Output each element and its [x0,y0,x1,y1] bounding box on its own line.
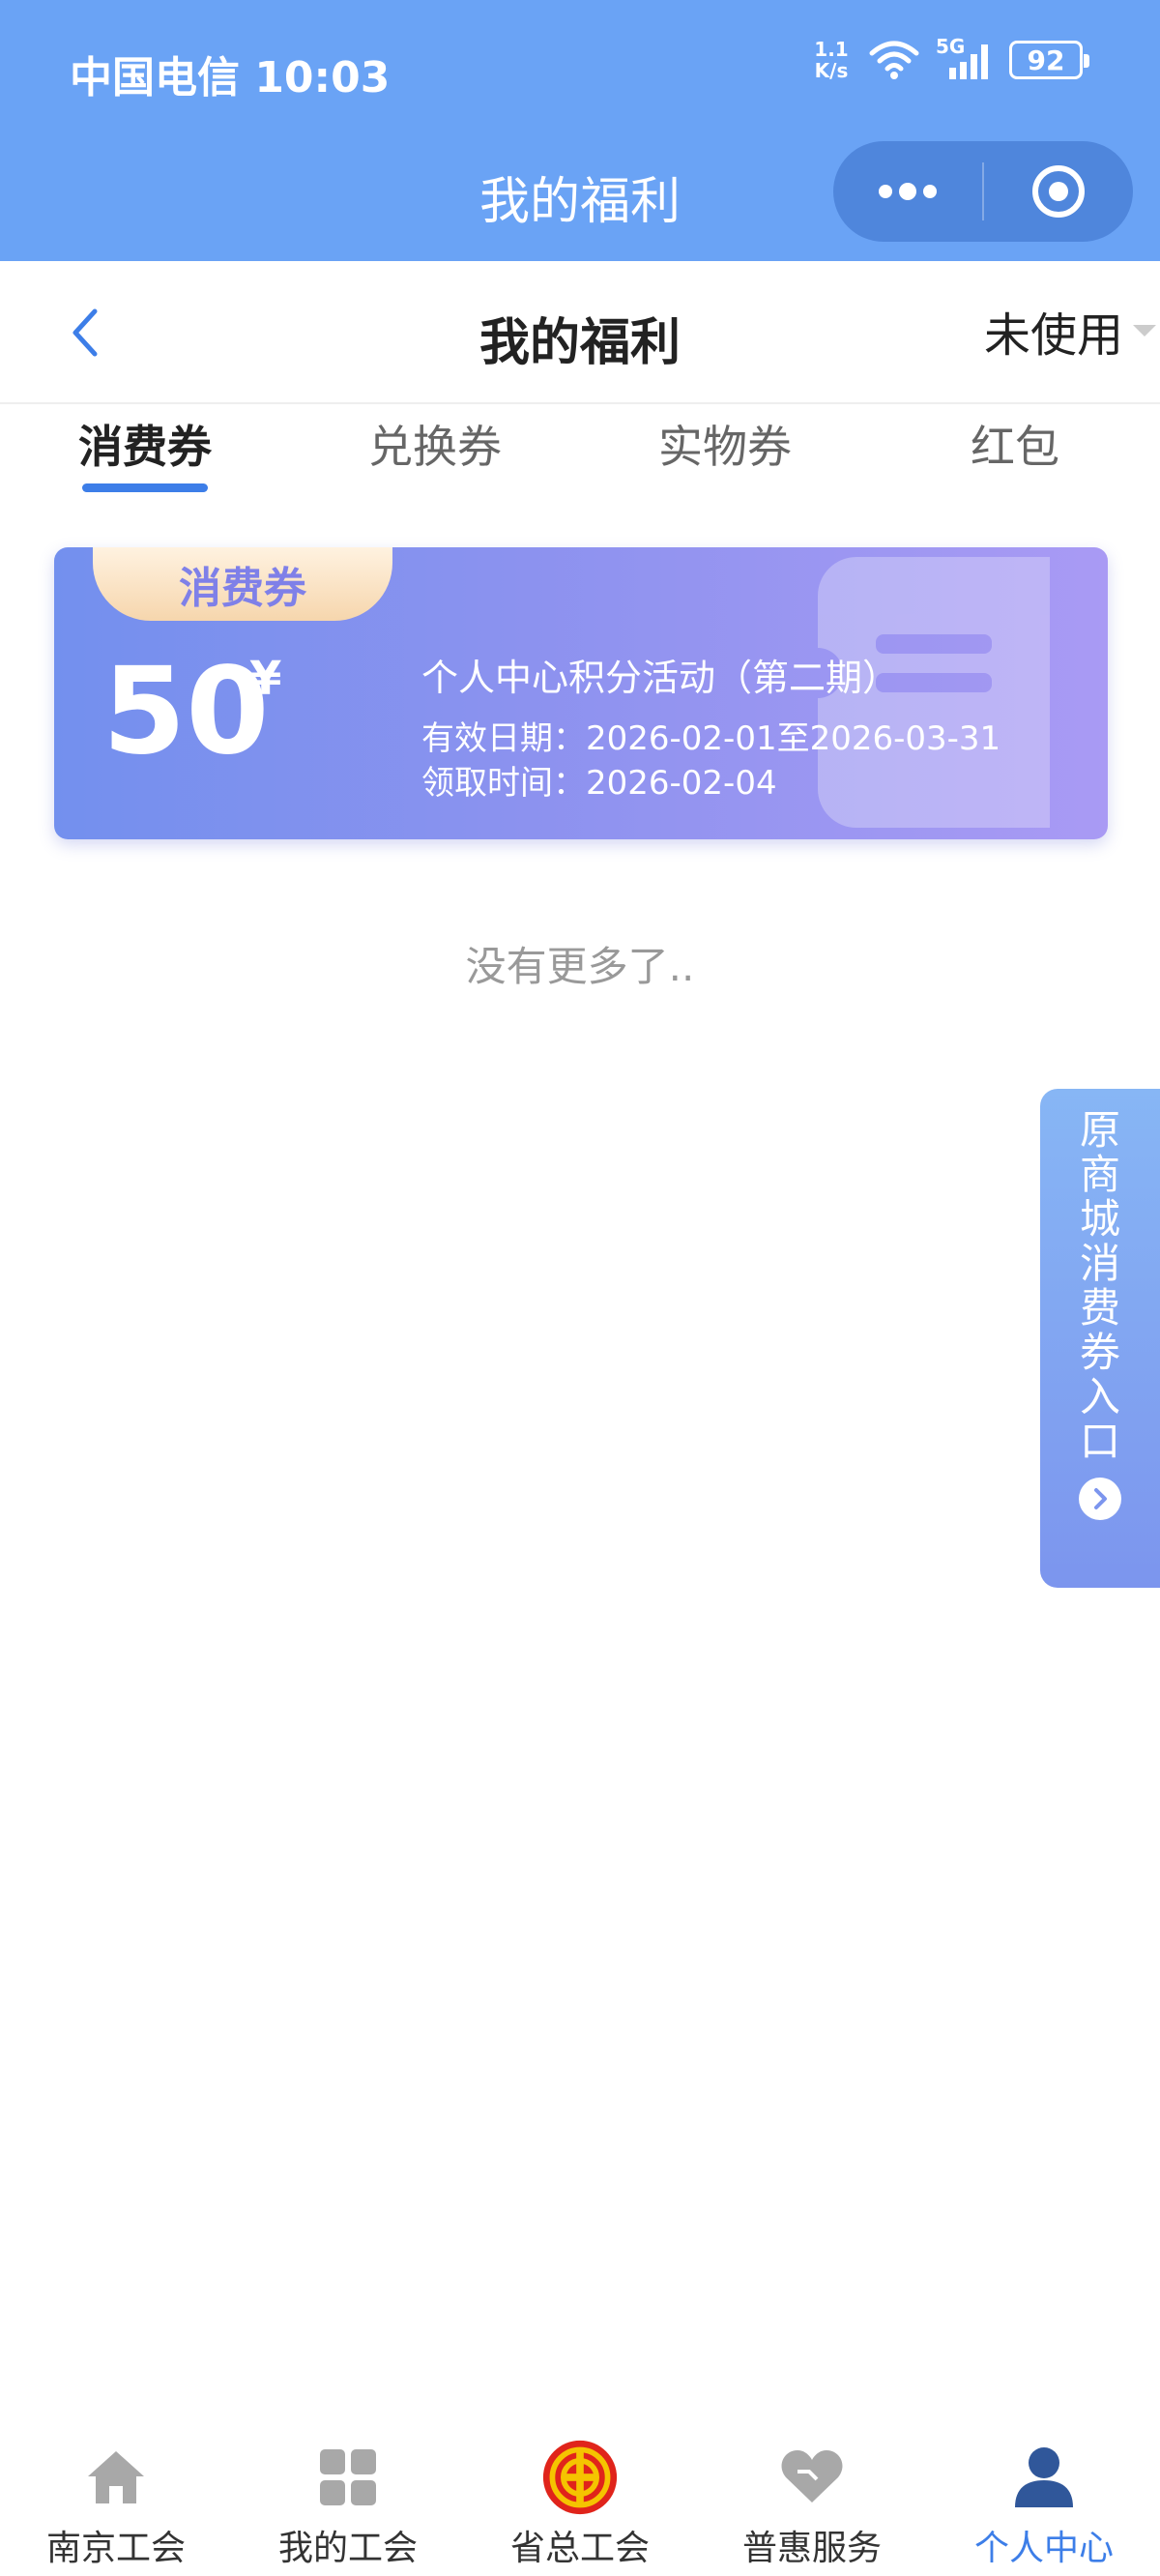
battery-indicator: 92 [1009,41,1089,79]
coupon-name: 个人中心积分活动（第二期） [421,657,900,699]
side-entry-label: 原商城消费券入口 [1079,1106,1120,1465]
tab-label: 红包 [971,421,1059,473]
status-filter-dropdown[interactable]: 未使用 [983,300,1160,363]
grid-icon [309,2439,387,2516]
close-mini-program-button[interactable] [984,141,1133,242]
tab-label: 实物券 [658,421,792,473]
tabbar-item-provincial-union[interactable]: 省总工会 [464,2421,696,2576]
status-icons: 1.1 K/s 5G 92 [810,35,1089,81]
tab-consumption-coupon[interactable]: 消费券 [39,404,251,512]
target-icon [1032,165,1085,218]
net-speed: 1.1 K/s [810,39,853,81]
tab-red-packet[interactable]: 红包 [909,404,1121,512]
tabbar-label: 南京工会 [45,2529,186,2568]
legacy-mall-coupon-entry[interactable]: 原商城消费券入口 [1040,1089,1160,1588]
tab-label: 兑换券 [368,421,502,473]
person-icon [1005,2439,1083,2516]
coupon-card[interactable]: 消费券 50 ¥ 个人中心积分活动（第二期） 有效日期：2026-02-01至2… [54,547,1108,839]
more-dots-icon [879,183,937,200]
union-emblem-icon [541,2439,619,2516]
coupon-tabs: 消费券 兑换券 实物券 红包 [0,404,1160,512]
bottom-tab-bar: 南京工会 我的工会 省总工会 普惠服务 个人中心 [0,2421,1160,2576]
coupon-valid-period: 有效日期：2026-02-01至2026-03-31 [421,719,1001,758]
chevron-right-circle-icon [1079,1478,1121,1520]
net-speed-unit: K/s [814,59,849,82]
signal-icon: 5G [936,35,994,81]
tabbar-label: 省总工会 [509,2529,650,2568]
tab-physical-coupon[interactable]: 实物券 [619,404,831,512]
tabbar-label: 我的工会 [277,2529,418,2568]
tab-active-indicator [82,483,208,492]
tabbar-label: 个人中心 [973,2529,1114,2568]
tabbar-item-nanjing-union[interactable]: 南京工会 [0,2421,232,2576]
more-button[interactable] [833,141,982,242]
heart-icon [773,2439,851,2516]
net-speed-value: 1.1 [814,38,849,61]
list-end-text: 没有更多了.. [465,943,695,990]
carrier-time: 中国电信 10:03 [70,53,391,102]
wifi-icon [869,41,919,79]
page-header: 我的福利 未使用 [0,261,1160,404]
tab-label: 消费券 [78,421,212,473]
filter-label: 未使用 [983,308,1123,363]
tabbar-item-benefit-service[interactable]: 普惠服务 [696,2421,928,2576]
tabbar-item-personal-center[interactable]: 个人中心 [928,2421,1160,2576]
currency-symbol: ¥ [249,652,282,706]
home-icon [77,2439,155,2516]
top-bar: 中国电信 10:03 1.1 K/s 5G 92 我的福利 [0,0,1160,261]
coupon-claim-time: 领取时间：2026-02-04 [421,764,777,803]
tab-exchange-coupon[interactable]: 兑换券 [329,404,541,512]
caret-down-icon [1133,325,1156,337]
coupon-type-badge: 消费券 [93,547,392,621]
capsule-menu [833,141,1133,242]
tabbar-label: 普惠服务 [741,2529,882,2568]
tabbar-item-my-union[interactable]: 我的工会 [232,2421,464,2576]
coupon-amount: 50 [102,642,270,781]
